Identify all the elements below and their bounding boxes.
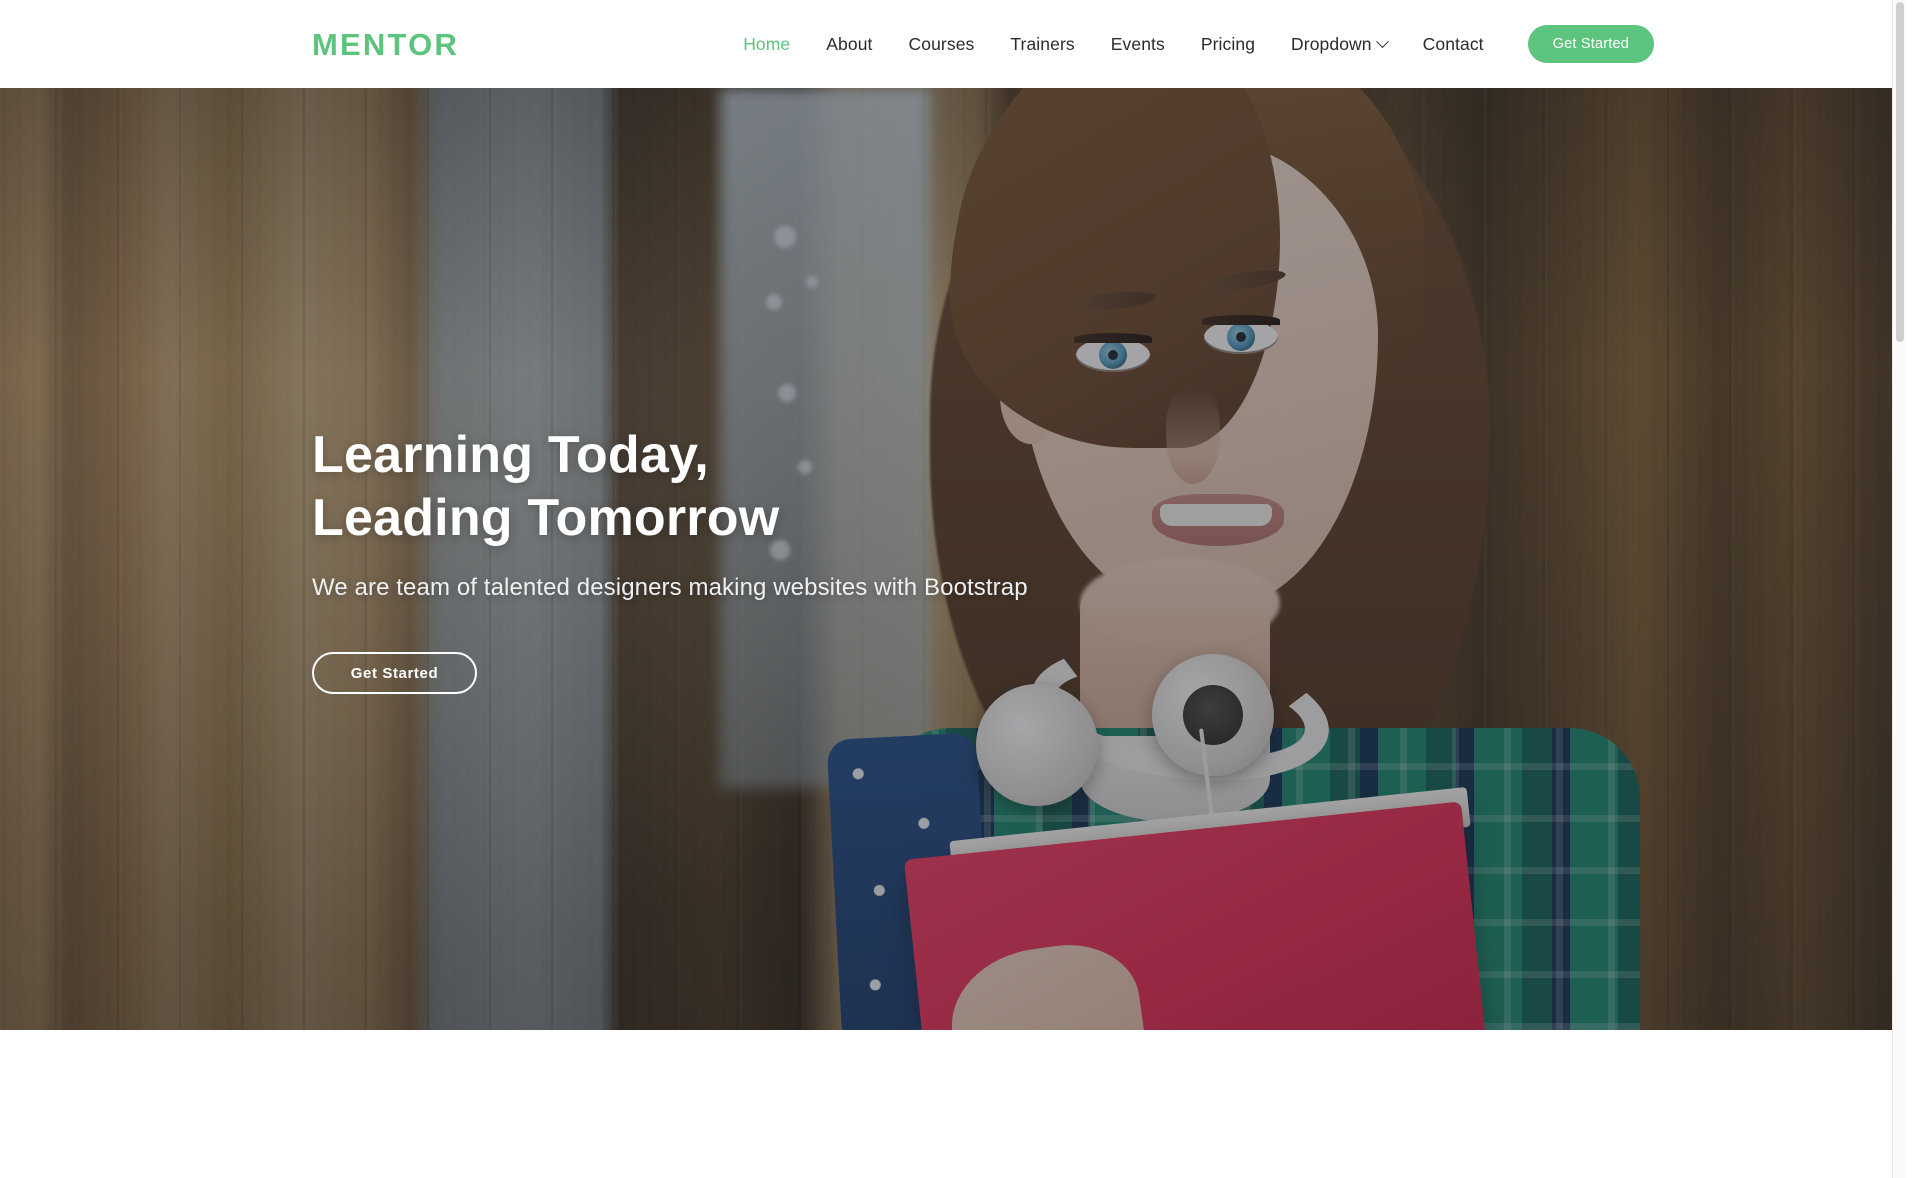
header-get-started-button[interactable]: Get Started <box>1527 25 1654 63</box>
hero-title-line-2: Leading Tomorrow <box>312 489 780 547</box>
nav-item-about[interactable]: About <box>808 24 890 65</box>
nav-item-label: Dropdown <box>1291 33 1372 54</box>
nav-item-label: Home <box>743 33 791 54</box>
nav-item-dropdown[interactable]: Dropdown <box>1273 24 1405 65</box>
hero-title-line-1: Learning Today, <box>312 425 709 484</box>
nav-item-label: Events <box>1110 33 1165 54</box>
page-scrollbar[interactable] <box>1892 0 1906 1178</box>
nav-item-pricing[interactable]: Pricing <box>1183 24 1273 65</box>
brand-logo[interactable]: MENTOR <box>312 29 459 60</box>
page-viewport: MENTOR Home About Courses Trainers Event… <box>0 0 1906 1178</box>
below-fold-section <box>0 1030 1906 1178</box>
nav-item-label: About <box>826 33 873 54</box>
nav-item-events[interactable]: Events <box>1093 24 1183 65</box>
nav-item-contact[interactable]: Contact <box>1405 24 1502 65</box>
nav-item-label: Courses <box>908 33 975 54</box>
nav-item-home[interactable]: Home <box>725 24 808 65</box>
hero-content: Learning Today, Leading Tomorrow We are … <box>0 88 1906 1030</box>
site-header: MENTOR Home About Courses Trainers Event… <box>0 0 1906 88</box>
hero-section: Learning Today, Leading Tomorrow We are … <box>0 88 1906 1030</box>
nav-item-label: Trainers <box>1010 33 1075 54</box>
hero-subtitle: We are team of talented designers making… <box>312 574 1028 602</box>
scrollbar-thumb[interactable] <box>1896 2 1904 342</box>
hero-get-started-button[interactable]: Get Started <box>312 652 477 695</box>
nav-item-label: Pricing <box>1200 33 1256 54</box>
chevron-down-icon <box>1375 34 1389 48</box>
main-navigation: Home About Courses Trainers Events Prici… <box>725 24 1654 65</box>
nav-item-trainers[interactable]: Trainers <box>992 24 1092 65</box>
nav-item-courses[interactable]: Courses <box>891 24 993 65</box>
nav-item-label: Contact <box>1422 33 1484 54</box>
hero-title: Learning Today, Leading Tomorrow <box>312 424 1906 551</box>
